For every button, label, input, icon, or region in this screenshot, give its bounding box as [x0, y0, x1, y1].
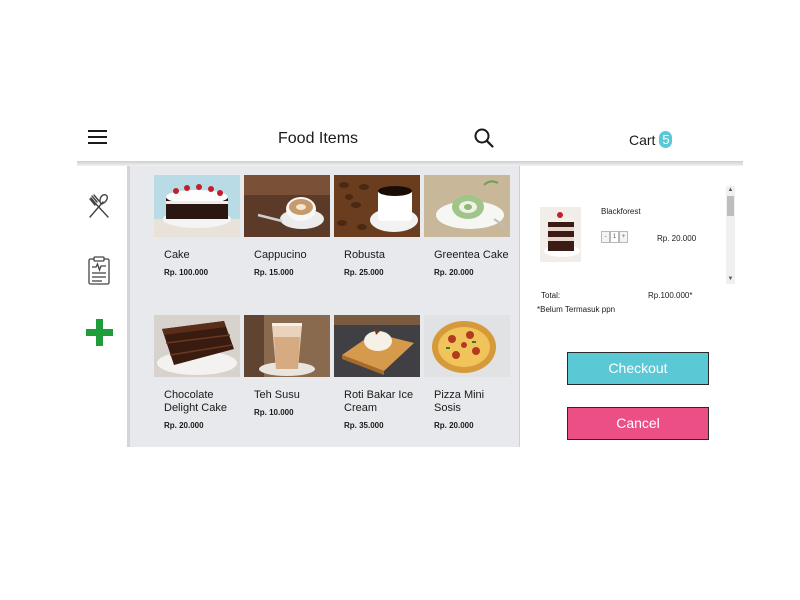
chocolate-cake-image [154, 315, 240, 377]
cappucino-image [244, 175, 330, 237]
food-card[interactable]: Chocolate Delight Cake Rp. 20.000 [154, 315, 240, 430]
food-card[interactable]: Cappucino Rp. 15.000 [244, 175, 330, 277]
food-name: Pizza Mini Sosis [434, 389, 485, 414]
greentea-cake-image [424, 175, 510, 237]
blackforest-image [540, 207, 581, 262]
tax-note: *Belum Termasuk ppn [537, 305, 616, 314]
food-price: Rp. 35.000 [344, 421, 384, 430]
search-icon[interactable] [473, 127, 495, 149]
food-card[interactable]: Teh Susu Rp. 10.000 [244, 315, 330, 417]
menu-icon[interactable] [88, 129, 108, 145]
total-value: Rp.100.000* [648, 291, 693, 300]
total-label: Total: [541, 291, 561, 300]
clipboard-icon[interactable] [88, 256, 110, 285]
qty-plus-button[interactable]: + [619, 231, 628, 243]
food-card[interactable]: Robusta Rp. 25.000 [334, 175, 420, 277]
teh-susu-image [244, 315, 330, 377]
cart-label: Cart [629, 131, 656, 148]
food-card[interactable]: Greentea Cake Rp. 20.000 [424, 175, 510, 277]
food-card[interactable]: Roti Bakar Ice Cream Rp. 35.000 [334, 315, 420, 430]
food-name: Cappucino [254, 249, 307, 261]
scroll-up-icon[interactable]: ▲ [726, 186, 735, 195]
food-price: Rp. 100.000 [164, 268, 209, 277]
food-price: Rp. 20.000 [164, 421, 204, 430]
food-price: Rp. 15.000 [254, 268, 294, 277]
food-name: Greentea Cake [434, 249, 509, 261]
page-title: Food Items [278, 130, 359, 147]
roti-bakar-image [334, 315, 420, 377]
food-price: Rp. 25.000 [344, 268, 384, 277]
food-price: Rp. 20.000 [434, 268, 474, 277]
quantity-stepper[interactable]: - 1 + [601, 231, 628, 243]
pizza-image [424, 315, 510, 377]
food-name: Robusta [344, 249, 385, 261]
scroll-thumb[interactable] [727, 196, 734, 216]
qty-minus-button[interactable]: - [601, 231, 610, 243]
food-price: Rp. 20.000 [434, 421, 474, 430]
food-name: Roti Bakar Ice Cream [344, 389, 414, 414]
robusta-image [334, 175, 420, 237]
cart-item-price: Rp. 20.000 [657, 234, 697, 243]
food-name: Chocolate Delight Cake [164, 389, 227, 414]
food-price: Rp. 10.000 [254, 408, 294, 417]
food-name: Cake [164, 249, 190, 261]
cake-image [154, 175, 240, 237]
cart-count-badge: 5 [659, 131, 673, 148]
cart-button[interactable]: Cart 5 [629, 131, 673, 148]
food-card[interactable]: Pizza Mini Sosis Rp. 20.000 [424, 315, 510, 430]
checkout-button[interactable]: Checkout [567, 352, 709, 385]
scroll-down-icon[interactable]: ▼ [726, 275, 735, 284]
cancel-button[interactable]: Cancel [567, 407, 709, 440]
plus-icon[interactable] [86, 319, 113, 346]
cart-scrollbar[interactable]: ▲ ▼ [726, 186, 735, 284]
food-card[interactable]: Cake Rp. 100.000 [154, 175, 240, 277]
utensils-icon[interactable] [87, 193, 111, 219]
food-name: Teh Susu [254, 389, 300, 401]
qty-value-field[interactable]: 1 [610, 231, 619, 243]
cart-item-name: Blackforest [601, 207, 641, 216]
